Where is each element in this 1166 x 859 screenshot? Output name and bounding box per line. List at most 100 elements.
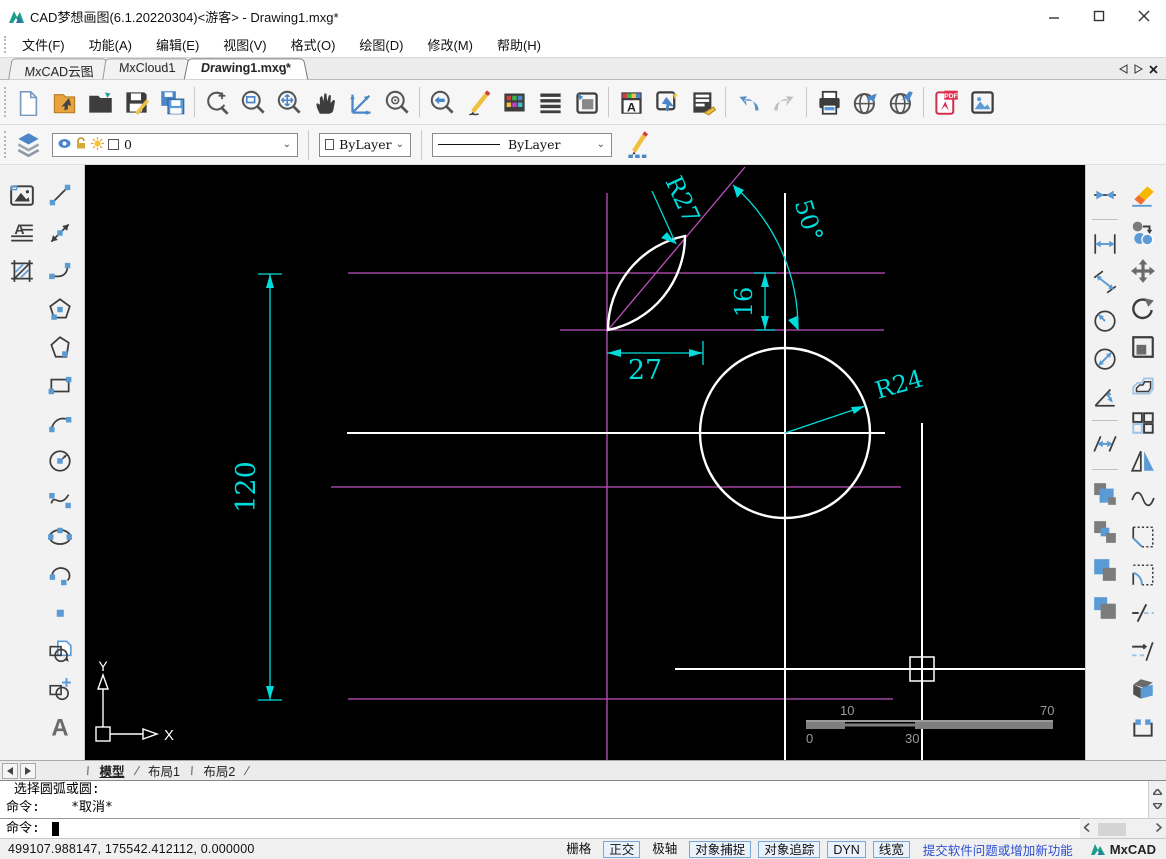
zoom-center-icon[interactable] [379,84,415,120]
menu-view[interactable]: 视图(V) [211,32,278,57]
new-file-icon[interactable] [10,84,46,120]
draworder-under-icon[interactable] [1089,516,1121,548]
menu-help[interactable]: 帮助(H) [485,32,553,57]
array-icon[interactable] [1127,407,1159,439]
property-edit-icon[interactable] [685,84,721,120]
undo-icon[interactable] [730,84,766,120]
offset-icon[interactable] [1127,369,1159,401]
break-at-point-icon[interactable] [1127,635,1159,667]
tab-layout2[interactable]: 布局2 [193,760,245,781]
page-setup-icon[interactable] [568,84,604,120]
scroll-up-icon[interactable] [1151,787,1165,798]
arc-continue-icon[interactable] [44,559,76,591]
linetype-list-icon[interactable] [532,84,568,120]
layer-dropdown-icon[interactable]: ⌄ [279,139,295,150]
menu-format[interactable]: 格式(O) [279,32,348,57]
scale-icon[interactable] [1127,331,1159,363]
box-3d-icon[interactable] [1127,673,1159,705]
menu-draw[interactable]: 绘图(D) [347,32,415,57]
point-icon[interactable] [44,597,76,629]
linetype-select[interactable]: ByLayer ⌄ [432,132,612,157]
zoom-extents-icon[interactable] [271,84,307,120]
ellipse-icon[interactable] [44,521,76,553]
chamfer-icon[interactable] [1127,521,1159,553]
dim-radius-icon[interactable] [1089,304,1121,336]
polyline-edit-icon[interactable] [1127,711,1159,743]
construction-line-icon[interactable] [44,217,76,249]
color-dropdown-icon[interactable]: ⌄ [392,139,408,150]
region-create-icon[interactable] [44,673,76,705]
menu-modify[interactable]: 修改(M) [415,32,485,57]
tab-model[interactable]: 模型 [89,760,134,781]
color-palette-icon[interactable] [496,84,532,120]
color-select[interactable]: ByLayer ⌄ [319,132,411,157]
zoom-scale-icon[interactable] [199,84,235,120]
toggle-grid[interactable]: 栅格 [561,841,596,858]
scroll-down-icon[interactable] [1151,802,1165,812]
sketch-pencil-icon[interactable] [460,84,496,120]
dim-quick-icon[interactable] [1089,179,1121,211]
mirror-icon[interactable] [1127,445,1159,477]
save-as-icon[interactable] [154,84,190,120]
toggle-ortho[interactable]: 正交 [603,840,641,858]
web-publish-icon[interactable] [847,84,883,120]
draworder-back-icon[interactable] [1089,592,1121,624]
drawing-canvas[interactable]: 120 27 16 50° R27 R24 0 10 30 70 Y X [85,165,1085,760]
arc-icon[interactable] [44,407,76,439]
single-text-icon[interactable]: A [44,711,76,743]
draw-style-pencil-icon[interactable] [620,127,656,163]
draworder-front-icon[interactable] [1089,554,1121,586]
export-pdf-icon[interactable]: PDF [928,84,964,120]
toggle-osnap[interactable]: 对象捕捉 [689,840,752,858]
print-icon[interactable] [811,84,847,120]
toggle-lineweight[interactable]: 线宽 [872,840,910,858]
region-icon[interactable] [44,635,76,667]
layers-icon[interactable] [10,127,46,163]
spline-icon[interactable] [44,483,76,515]
maximize-button[interactable] [1076,1,1121,31]
insert-image-icon[interactable] [964,84,1000,120]
line-tool-icon[interactable] [44,179,76,211]
zoom-previous-icon[interactable] [424,84,460,120]
polygon-icon[interactable] [44,293,76,325]
toggle-otrack[interactable]: 对象追踪 [758,840,821,858]
ucs-axes-icon[interactable] [343,84,379,120]
pan-icon[interactable] [307,84,343,120]
quick-select-icon[interactable] [649,84,685,120]
erase-icon[interactable] [1127,179,1159,211]
text-paragraph-icon[interactable]: A [6,217,38,249]
revision-curve-icon[interactable] [1127,483,1159,515]
dim-angular-icon[interactable] [1089,380,1121,412]
fillet-icon[interactable] [1127,559,1159,591]
text-style-icon[interactable]: A [613,84,649,120]
open-cloud-icon[interactable] [46,84,82,120]
open-file-icon[interactable] [82,84,118,120]
move-icon[interactable] [1127,255,1159,287]
dim-aligned-icon[interactable] [1089,266,1121,298]
copy-icon[interactable] [1127,217,1159,249]
dim-linear-icon[interactable] [1089,228,1121,260]
toggle-dyn[interactable]: DYN [827,840,866,858]
linetype-dropdown-icon[interactable]: ⌄ [593,139,609,150]
zoom-window-icon[interactable] [235,84,271,120]
web-open-icon[interactable] [883,84,919,120]
tab-layout1[interactable]: 布局1 [138,760,190,781]
tab-drawing1[interactable]: Drawing1.mxg* [184,58,309,80]
circle-tool-icon[interactable] [44,445,76,477]
tab-scroll-right-icon[interactable] [1134,61,1144,79]
insert-image-tool-icon[interactable] [6,179,38,211]
close-button[interactable] [1121,1,1166,31]
minimize-button[interactable] [1031,1,1076,31]
dim-continue-icon[interactable] [1089,429,1121,461]
tab-mxcad-cloud[interactable]: MxCAD云图 [8,58,110,80]
scrollbar-thumb[interactable] [1098,822,1126,836]
break-icon[interactable] [1127,597,1159,629]
menu-edit[interactable]: 编辑(E) [144,32,211,57]
layer-select[interactable]: 0 ⌄ [52,132,298,157]
draworder-above-icon[interactable] [1089,478,1121,510]
save-icon[interactable] [118,84,154,120]
command-input[interactable]: 命令: [0,818,1080,839]
menu-function[interactable]: 功能(A) [77,32,144,57]
tab-scroll-left-icon[interactable] [1118,61,1128,79]
rotate-icon[interactable] [1127,293,1159,325]
